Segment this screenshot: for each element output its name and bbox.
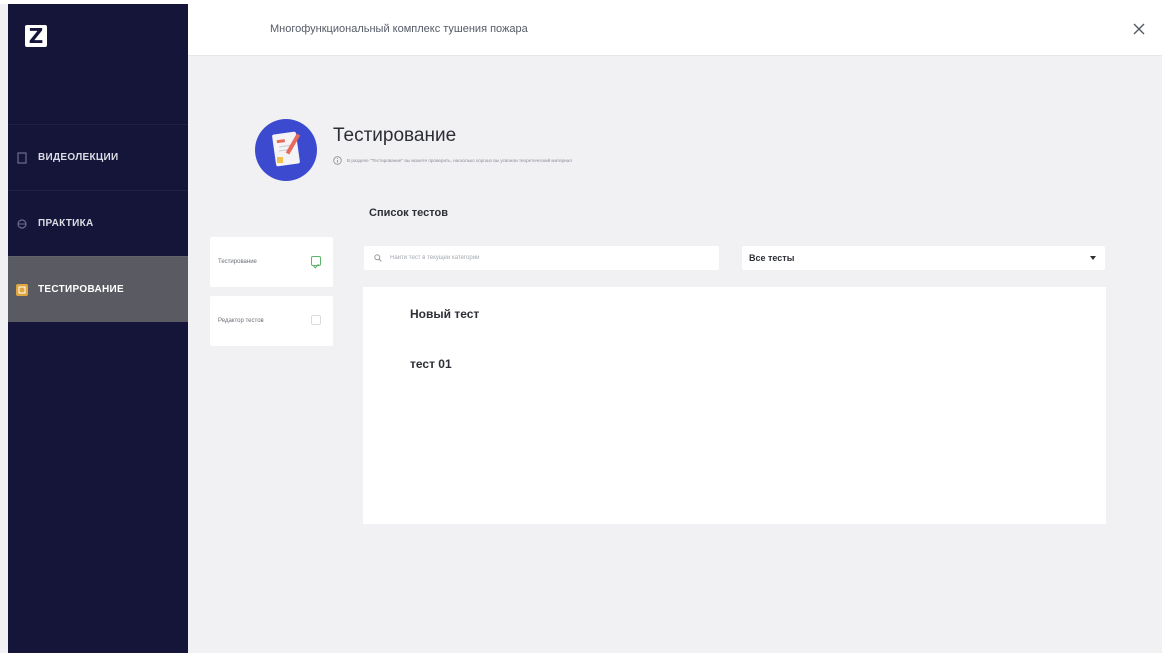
close-icon	[1133, 23, 1145, 35]
search-icon	[374, 254, 382, 262]
select-value: Все тесты	[749, 253, 795, 263]
testing-icon	[16, 283, 28, 296]
app-header: Многофункциональный комплекс тушения пож…	[188, 4, 1162, 56]
tab-label: Редактор тестов	[218, 318, 264, 324]
sidebar-item-practice[interactable]: ПРАКТИКА	[8, 190, 188, 256]
list-item[interactable]: тест 01	[410, 357, 452, 371]
practice-icon	[16, 218, 28, 230]
app-title: Многофункциональный комплекс тушения пож…	[270, 23, 528, 35]
caret-down-icon	[1090, 256, 1096, 260]
list-title: Список тестов	[369, 207, 448, 219]
test-document-icon	[272, 131, 301, 167]
video-icon	[16, 151, 28, 164]
sidebar-item-testing[interactable]: ТЕСТИРОВАНИЕ	[8, 256, 188, 322]
page-info: В разделе "Тестирование" вы можете прове…	[333, 156, 572, 165]
tab-label: Тестирование	[218, 259, 257, 265]
search-field[interactable]	[364, 246, 719, 270]
info-icon	[333, 156, 342, 165]
sidebar-item-label: ВИДЕОЛЕКЦИИ	[38, 152, 119, 163]
test-filter-select[interactable]: Все тесты	[742, 246, 1105, 270]
page-title: Тестирование	[333, 125, 457, 146]
tab-test-editor[interactable]: Редактор тестов	[210, 296, 333, 346]
search-input[interactable]	[390, 255, 690, 261]
tab-testing[interactable]: Тестирование	[210, 237, 333, 287]
list-item[interactable]: Новый тест	[410, 307, 479, 321]
sidebar-item-label: ПРАКТИКА	[38, 218, 94, 229]
sidebar-item-videolectures[interactable]: ВИДЕОЛЕКЦИИ	[8, 124, 188, 190]
sidebar: Z ВИДЕОЛЕКЦИИ ПРАКТИКА ТЕСТИРОВАНИЕ	[8, 4, 188, 653]
sidebar-item-label: ТЕСТИРОВАНИЕ	[38, 284, 124, 295]
tests-list: Новый тест тест 01	[363, 287, 1106, 524]
check-icon	[311, 256, 321, 269]
close-button[interactable]	[1130, 20, 1148, 38]
app-logo[interactable]: Z	[25, 25, 47, 47]
app-logo-letter: Z	[28, 24, 44, 48]
sidebar-nav: ВИДЕОЛЕКЦИИ ПРАКТИКА ТЕСТИРОВАНИЕ	[8, 124, 188, 322]
checkbox-empty-icon	[311, 315, 321, 325]
section-illustration	[255, 119, 317, 181]
page-info-text: В разделе "Тестирование" вы можете прове…	[347, 158, 572, 163]
